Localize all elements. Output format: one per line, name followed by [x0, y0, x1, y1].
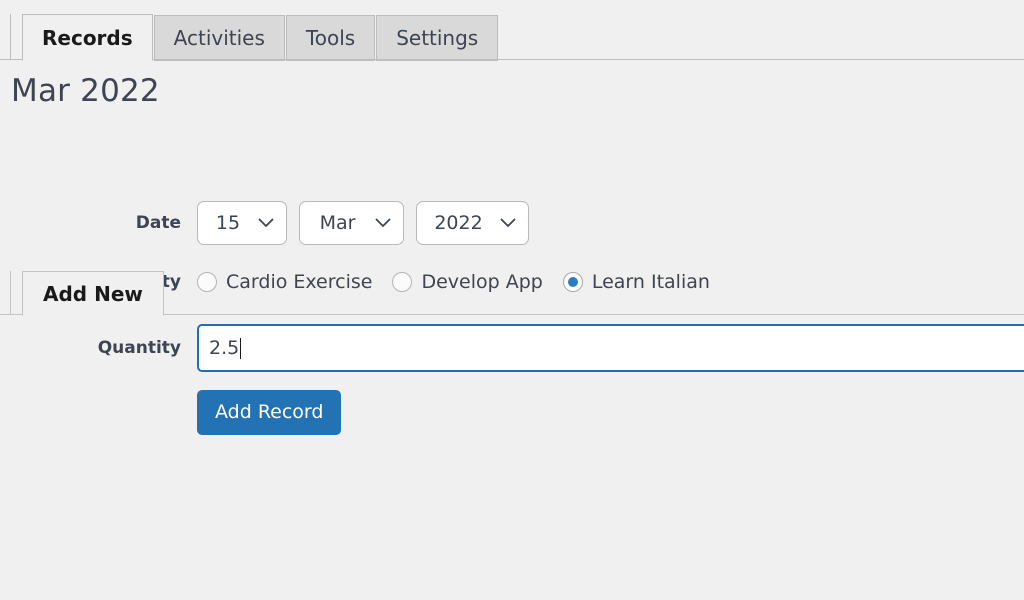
activity-option-cardio-exercise-label: Cardio Exercise	[226, 271, 373, 293]
text-caret	[240, 337, 242, 359]
radio-checked-icon[interactable]	[562, 272, 583, 292]
sub-tab-bar: Add New	[0, 135, 1024, 316]
add-record-button[interactable]: Add Record	[197, 389, 342, 435]
main-tab-bar: Records Activities Tools Settings	[0, 0, 1024, 61]
activity-option-learn-italian[interactable]: Learn Italian	[562, 271, 710, 293]
subtab-add-new[interactable]: Add New	[22, 271, 164, 316]
page-title: Mar 2022	[11, 73, 160, 109]
add-record-button-label: Add Record	[215, 401, 324, 423]
date-day-select[interactable]: 15	[197, 201, 287, 245]
main-tab-list: Records Activities Tools Settings	[22, 14, 499, 61]
tab-tools-label: Tools	[305, 26, 356, 50]
date-day-value: 15	[215, 212, 241, 234]
tab-records[interactable]: Records	[22, 14, 153, 61]
tab-settings-label: Settings	[396, 26, 479, 50]
quantity-input-wrapper: 2.5	[197, 324, 1024, 372]
tab-bar-divider	[0, 59, 1024, 60]
chevron-down-icon	[494, 218, 528, 228]
date-year-select[interactable]: 2022	[416, 201, 529, 245]
tab-settings[interactable]: Settings	[376, 15, 499, 61]
add-record-form: Date 15 Mar 2022 Cardio Exercise Develop…	[0, 196, 1024, 442]
chevron-down-icon	[252, 218, 286, 228]
quantity-input[interactable]: 2.5	[197, 324, 1024, 372]
tab-activities-label: Activities	[173, 26, 265, 50]
quantity-label: Quantity	[97, 338, 181, 358]
date-label: Date	[135, 213, 181, 233]
subtab-add-new-label: Add New	[43, 281, 143, 306]
tab-tools[interactable]: Tools	[285, 15, 376, 61]
quantity-input-value: 2.5	[209, 337, 240, 359]
date-month-select[interactable]: Mar	[299, 201, 404, 245]
form-row-date: Date 15 Mar 2022	[0, 196, 1024, 250]
activity-option-develop-app[interactable]: Develop App	[392, 271, 543, 293]
sub-tab-list: Add New	[22, 271, 164, 316]
tab-bar-left-stub	[10, 14, 22, 60]
form-row-quantity: Quantity 2.5	[0, 314, 1024, 382]
date-month-value: Mar	[319, 212, 356, 234]
activity-option-develop-app-label: Develop App	[421, 271, 543, 293]
chevron-down-icon	[369, 218, 403, 228]
tab-activities[interactable]: Activities	[153, 15, 285, 61]
form-row-submit: Add Record	[0, 382, 1024, 442]
activity-radio-group: Cardio Exercise Develop App Learn Italia…	[197, 271, 710, 293]
radio-unchecked-icon[interactable]	[197, 272, 217, 292]
date-select-group: 15 Mar 2022	[197, 201, 529, 245]
radio-unchecked-icon[interactable]	[392, 272, 413, 292]
tab-records-label: Records	[42, 25, 133, 50]
activity-option-learn-italian-label: Learn Italian	[591, 271, 710, 293]
date-year-value: 2022	[434, 212, 483, 234]
activity-option-cardio-exercise[interactable]: Cardio Exercise	[197, 271, 372, 293]
